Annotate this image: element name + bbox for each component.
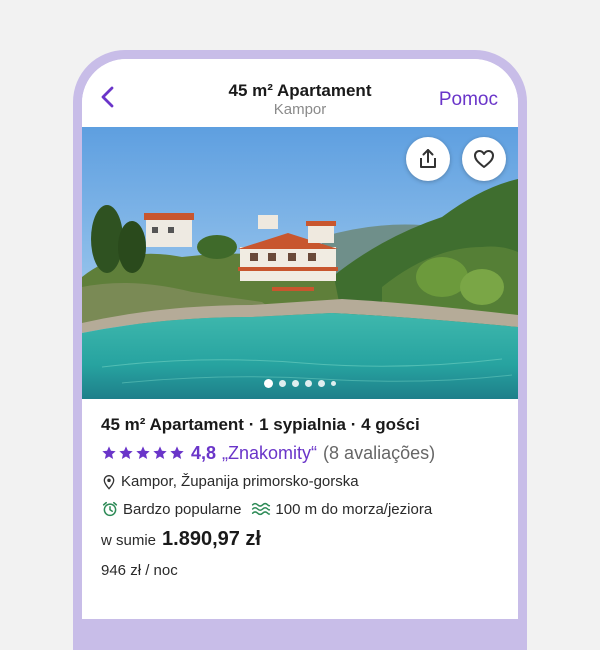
rating-label: „Znakomity“ <box>222 442 318 463</box>
star-icon <box>136 446 150 459</box>
heart-icon <box>474 150 494 168</box>
share-icon <box>420 149 436 168</box>
gallery-dot[interactable] <box>305 379 312 387</box>
gallery-dot[interactable] <box>292 379 299 387</box>
star-rating <box>101 445 185 461</box>
gallery-dot[interactable] <box>331 380 336 386</box>
popular-badge: Bardzo popularne <box>123 500 242 518</box>
gallery-dot[interactable] <box>279 379 286 387</box>
favorite-button[interactable] <box>462 137 506 181</box>
share-button[interactable] <box>406 137 450 181</box>
gallery-dot-active[interactable] <box>264 378 273 388</box>
star-icon <box>153 446 167 459</box>
star-icon <box>102 446 116 459</box>
waves-icon <box>252 502 271 516</box>
location-row: Kampor, Županija primorsko-gorska <box>101 473 359 490</box>
price-per-night: 946 zł / noc <box>101 562 178 579</box>
app-screen: 45 m² Apartament Kampor Pomoc 45 m² Apar… <box>82 59 518 619</box>
top-bar: 45 m² Apartament Kampor Pomoc <box>82 59 518 128</box>
price-total-label: w sumie <box>101 532 157 549</box>
rating-value: 4,8 <box>191 442 217 463</box>
star-icon <box>170 446 184 459</box>
gallery-pagination <box>82 378 518 388</box>
review-count: (8 avaliações) <box>323 442 436 463</box>
listing-title: 45 m² Apartament · 1 sypialnia · 4 gości <box>101 415 420 434</box>
gallery-dot[interactable] <box>318 379 325 387</box>
map-pin-icon <box>103 474 115 490</box>
star-icon <box>119 446 133 459</box>
location-text: Kampor, Županija primorsko-gorska <box>121 473 359 490</box>
help-link[interactable]: Pomoc <box>439 89 498 111</box>
photo-gallery[interactable] <box>82 127 518 399</box>
rating-row[interactable]: 4,8 „Znakomity“ (8 avaliações) <box>101 442 435 464</box>
features-row: Bardzo popularne 100 m do morza/jeziora <box>101 500 432 518</box>
distance-to-water: 100 m do morza/jeziora <box>275 500 433 518</box>
property-photo <box>82 127 518 399</box>
price-total: 1.890,97 zł <box>162 528 261 550</box>
alarm-clock-icon <box>102 501 118 517</box>
price-total-row: w sumie 1.890,97 zł <box>101 528 261 551</box>
